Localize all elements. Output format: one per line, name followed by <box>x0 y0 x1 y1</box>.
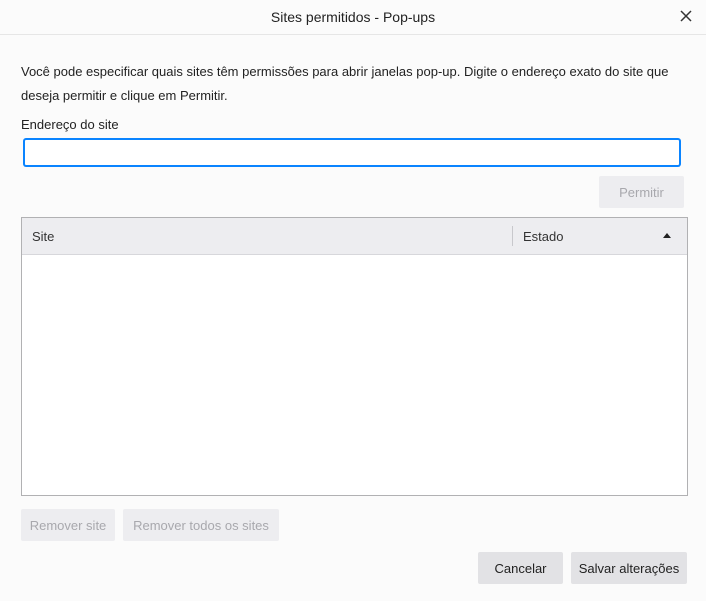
table-body <box>22 254 687 495</box>
allow-button[interactable]: Permitir <box>599 176 684 208</box>
save-changes-button[interactable]: Salvar alterações <box>571 552 687 584</box>
address-input[interactable] <box>24 139 680 166</box>
close-icon[interactable] <box>676 6 696 26</box>
address-label: Endereço do site <box>21 117 119 132</box>
sites-table: Site Estado <box>21 217 688 496</box>
column-divider <box>512 226 513 246</box>
description-text: Você pode especificar quais sites têm pe… <box>21 64 669 103</box>
sort-ascending-icon[interactable] <box>663 233 671 238</box>
column-header-estado[interactable]: Estado <box>523 229 563 244</box>
title-bar: Sites permitidos - Pop-ups <box>0 0 706 35</box>
table-header: Site Estado <box>22 218 687 255</box>
remove-site-button[interactable]: Remover site <box>21 509 115 541</box>
dialog-title: Sites permitidos - Pop-ups <box>270 9 436 25</box>
cancel-button[interactable]: Cancelar <box>478 552 563 584</box>
column-header-site[interactable]: Site <box>32 229 54 244</box>
remove-all-sites-button[interactable]: Remover todos os sites <box>123 509 279 541</box>
